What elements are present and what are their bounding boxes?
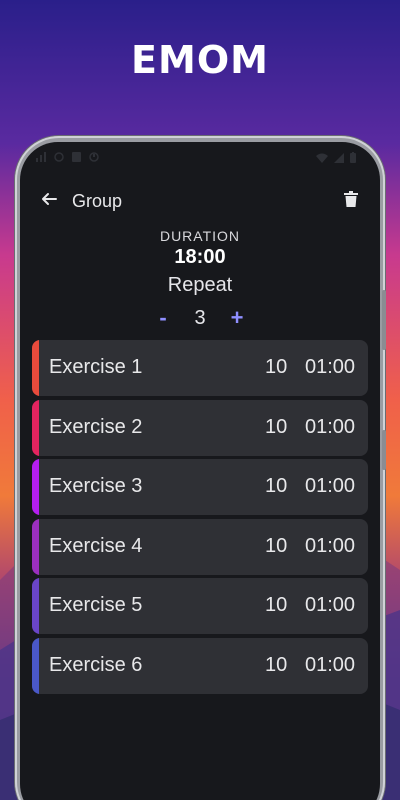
signal-status-icon [36,152,46,165]
repeat-count: 3 [194,306,206,329]
repeat-stepper: - 3 + [20,305,380,331]
exercise-color-bar [32,340,39,396]
trash-icon [344,190,358,212]
exercise-time: 01:00 [305,415,356,438]
decrement-button[interactable]: - [152,305,174,331]
promo-headline: EMOM [131,38,269,82]
exercise-time: 01:00 [305,653,356,676]
duration-label: DURATION [159,228,241,244]
phone-side-button [382,430,386,470]
back-button[interactable] [38,190,60,212]
exercise-time: 01:00 [305,594,356,616]
app-screen: Group DURATION 18:00 Repeat - 3 + Exerci… [20,142,380,800]
exercise-name: Exercise 3 [49,475,143,497]
sync-icon [89,152,99,165]
exercise-color-bar [32,518,39,575]
arrow-left-icon [41,191,57,212]
wifi-icon [316,153,328,166]
delete-button[interactable] [340,190,362,212]
exercise-row[interactable]: Exercise 4 10 01:00 [32,518,368,575]
increment-button[interactable]: + [226,305,248,331]
exercise-row[interactable]: Exercise 1 10 01:00 [32,340,368,396]
exercise-reps: 10 [265,594,288,616]
exercise-color-bar [32,637,39,694]
app-bar: Group [20,186,380,214]
exercise-name: Exercise 5 [49,594,143,616]
repeat-label: Repeat [167,274,233,296]
exercise-reps: 10 [265,653,288,676]
duration-value: 18:00 [174,246,226,268]
cellular-icon [334,152,344,166]
exercise-name: Exercise 2 [49,415,143,438]
exercise-row[interactable]: Exercise 2 10 01:00 [32,399,368,456]
exercise-reps: 10 [265,356,288,378]
exercise-list: Exercise 1 10 01:00 Exercise 2 10 01:00 … [32,340,368,697]
exercise-row[interactable]: Exercise 6 10 01:00 [32,637,368,694]
battery-icon [350,152,356,166]
exercise-name: Exercise 6 [49,653,143,676]
page-title: Group [72,191,123,211]
notification-icon [54,152,64,165]
exercise-row[interactable]: Exercise 5 10 01:00 [32,578,368,634]
exercise-row[interactable]: Exercise 3 10 01:00 [32,459,368,515]
exercise-time: 01:00 [305,534,356,557]
exercise-time: 01:00 [305,475,356,497]
exercise-color-bar [32,459,39,515]
exercise-name: Exercise 4 [49,534,143,557]
exercise-color-bar [32,399,39,456]
exercise-reps: 10 [265,475,288,497]
status-bar [20,148,380,170]
exercise-name: Exercise 1 [49,356,143,378]
sim-icon [72,152,81,165]
exercise-time: 01:00 [305,356,356,378]
exercise-reps: 10 [265,534,288,557]
exercise-reps: 10 [265,415,288,438]
exercise-color-bar [32,578,39,634]
phone-side-button [382,290,386,350]
